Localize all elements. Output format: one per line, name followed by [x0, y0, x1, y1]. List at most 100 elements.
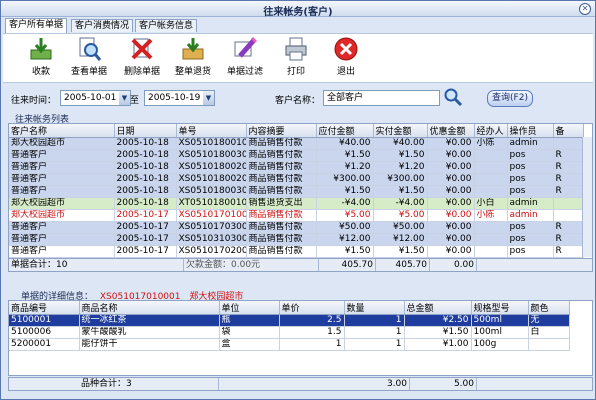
col-summary[interactable]: 内容摘要 — [246, 124, 317, 138]
table-cell: 2005-10-18 — [114, 173, 177, 186]
table-cell: ¥5.00 — [373, 209, 428, 222]
filter-button[interactable]: 单据过滤 — [223, 36, 267, 77]
table-cell — [474, 245, 508, 258]
table-cell: 2005-10-17 — [114, 221, 177, 234]
return-button[interactable]: 整单退货 — [171, 36, 215, 77]
owed-amount: 欠款金额：0.00元 — [184, 259, 319, 271]
col-doc-no[interactable]: 单号 — [176, 124, 247, 138]
table-cell: 小白 — [474, 197, 508, 210]
table-cell: R — [553, 149, 584, 162]
window-title: 往来帐务(客户) — [263, 7, 333, 18]
col-date[interactable]: 日期 — [114, 124, 177, 138]
col-operator[interactable]: 操作员 — [507, 124, 554, 138]
filter-bar: 往来时间： 2005-10-01 ▼ 至 2005-10-19 ▼ 客户名称： … — [3, 83, 593, 109]
col-unit[interactable]: 单位 — [219, 301, 280, 315]
table-cell: 2005-10-17 — [114, 233, 177, 246]
customer-input[interactable]: 全部客户 — [323, 90, 440, 106]
tab-account-info[interactable]: 客户帐务信息 — [135, 19, 198, 32]
col-remark[interactable]: 备 — [553, 124, 584, 138]
table-cell: 2005-10-18 — [114, 185, 177, 198]
delete-doc-button[interactable]: 删除单据 — [120, 36, 164, 77]
date-to-picker[interactable]: 2005-10-19 ▼ — [144, 90, 215, 106]
list-summary-bar: 单据合计：10 欠款金额：0.00元 405.70 405.70 0.00 — [8, 258, 593, 272]
table-row[interactable]: 普通客户2005-10-17XS051031030001商品销售付款¥12.00… — [9, 233, 584, 246]
table-row[interactable]: 普通客户2005-10-18XS051018002002商品销售付款¥300.0… — [9, 173, 584, 186]
table-cell: 商品销售付款 — [246, 233, 317, 246]
item-count: 品种合计：3 — [79, 378, 219, 390]
detail-cell — [528, 338, 570, 351]
table-row[interactable]: 郑大校园超市2005-10-18XT051018001001销售退货支出-¥4.… — [9, 197, 584, 210]
filter-label: 单据过滤 — [226, 67, 263, 77]
date-from-picker[interactable]: 2005-10-01 ▼ — [60, 90, 131, 106]
table-cell: 2005-10-18 — [114, 161, 177, 174]
detail-row[interactable]: 5100006 蒙牛酸酸乳袋 1.5 1 ¥1.50 100ml 白 — [9, 326, 570, 339]
doc-count: 单据合计：10 — [9, 259, 184, 271]
filter-icon — [234, 36, 258, 58]
table-row[interactable]: 普通客户2005-10-18XS051018003001商品销售付款¥1.50¥… — [9, 185, 584, 198]
tab-all-documents[interactable]: 客户所有单据 — [5, 18, 68, 33]
col-spec[interactable]: 规格型号 — [471, 301, 529, 315]
table-cell: 商品销售付款 — [246, 185, 317, 198]
col-price[interactable]: 单价 — [279, 301, 345, 315]
col-customer-name[interactable]: 客户名称 — [9, 124, 115, 138]
close-icon[interactable]: ✕ — [579, 3, 591, 15]
detail-cell: 1 — [279, 338, 345, 351]
table-row[interactable]: 普通客户2005-10-17XS051017020001商品销售付款¥1.50¥… — [9, 245, 584, 258]
col-handler[interactable]: 经办人 — [474, 124, 508, 138]
transactions-table: 客户名称 日期 单号 内容摘要 应付金额 实付金额 优惠金额 经办人 操作员 备… — [8, 123, 593, 259]
table-cell: 小陈 — [474, 137, 508, 150]
table-cell: 销售退货支出 — [246, 197, 317, 210]
col-paid[interactable]: 实付金额 — [373, 124, 428, 138]
table-row[interactable]: 普通客户2005-10-18XS051018002001商品销售付款¥1.20¥… — [9, 161, 584, 174]
exit-icon — [334, 37, 358, 61]
receive-button[interactable]: 收款 — [19, 36, 63, 77]
detail-cell: 1 — [344, 326, 405, 339]
search-icon[interactable] — [443, 87, 463, 110]
return-icon — [182, 38, 204, 60]
chevron-down-icon[interactable]: ▼ — [119, 91, 130, 105]
col-color[interactable]: 颜色 — [528, 301, 570, 315]
table-cell: 商品销售付款 — [246, 221, 317, 234]
detail-row[interactable]: 5100001 统一冰红茶瓶 2.5 1 ¥2.50 500ml 无 — [9, 314, 570, 327]
view-doc-button[interactable]: 查看单据 — [67, 36, 111, 77]
table-cell: 郑大校园超市 — [9, 197, 115, 210]
detail-cell: 5100006 — [9, 326, 80, 339]
col-item-code[interactable]: 商品编号 — [9, 301, 80, 315]
col-item-name[interactable]: 商品名称 — [79, 301, 220, 315]
query-button[interactable]: 查询(F2) — [487, 90, 533, 107]
col-payable[interactable]: 应付金额 — [316, 124, 374, 138]
col-quantity[interactable]: 数量 — [344, 301, 405, 315]
table-cell: ¥0.00 — [427, 137, 475, 150]
table-header: 客户名称 日期 单号 内容摘要 应付金额 实付金额 优惠金额 经办人 操作员 备 — [9, 124, 584, 138]
detail-header: 商品编号 商品名称 单位 单价 数量 总金额 规格型号 颜色 — [9, 301, 570, 315]
table-row[interactable]: 郑大校园超市2005-10-18XS051018001001商品销售付款¥40.… — [9, 137, 584, 150]
table-cell: admin — [507, 197, 554, 210]
detail-row[interactable]: 5200001 能仔饼干盒 1 1 ¥1.00 100g — [9, 338, 570, 351]
delete-doc-label: 删除单据 — [123, 67, 160, 77]
detail-cell: ¥1.50 — [404, 326, 472, 339]
table-cell — [474, 149, 508, 162]
detail-cell: 蒙牛酸酸乳 — [79, 326, 220, 339]
table-cell: R — [553, 173, 584, 186]
col-discount[interactable]: 优惠金额 — [427, 124, 475, 138]
print-button[interactable]: 打印 — [274, 36, 318, 77]
table-row[interactable]: 郑大校园超市2005-10-17XS051017010001商品销售付款¥5.0… — [9, 209, 584, 222]
table-row[interactable]: 普通客户2005-10-18XS051018003001商品销售付款¥1.50¥… — [9, 149, 584, 162]
table-cell: XS051017010001 — [176, 209, 247, 222]
table-cell: pos — [507, 149, 554, 162]
sum-paid: 405.70 — [375, 259, 430, 271]
detail-cell: 100ml — [471, 326, 529, 339]
table-row[interactable]: 普通客户2005-10-17XS051017030001商品销售付款¥50.00… — [9, 221, 584, 234]
table-cell: ¥50.00 — [316, 221, 374, 234]
delete-doc-icon — [131, 38, 153, 60]
time-label: 往来时间： — [11, 96, 57, 106]
chevron-down-icon[interactable]: ▼ — [203, 91, 214, 105]
table-cell: ¥5.00 — [316, 209, 374, 222]
col-total[interactable]: 总金额 — [404, 301, 472, 315]
table-cell: 普通客户 — [9, 221, 115, 234]
vertical-scrollbar[interactable] — [582, 137, 592, 257]
exit-button[interactable]: 退出 — [324, 36, 368, 77]
tab-consumption[interactable]: 客户消费情况 — [71, 19, 134, 32]
table-cell: ¥0.00 — [427, 161, 475, 174]
table-cell: R — [553, 233, 584, 246]
